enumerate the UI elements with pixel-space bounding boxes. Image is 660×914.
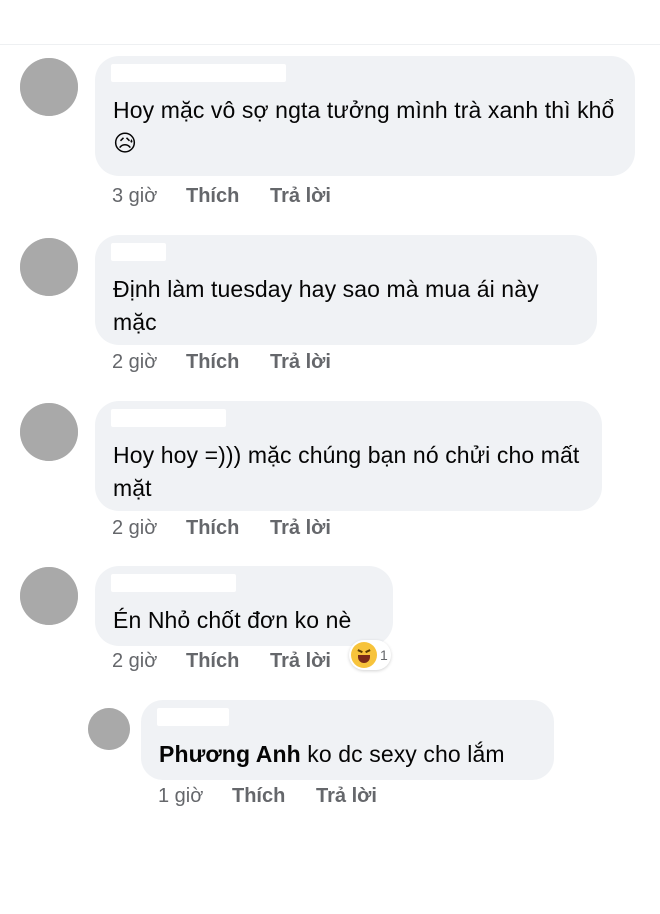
avatar[interactable] <box>20 403 78 461</box>
comment-time[interactable]: 2 giờ <box>112 650 186 673</box>
avatar[interactable] <box>20 58 78 116</box>
author-name-redacted[interactable] <box>111 574 236 592</box>
reaction-summary[interactable]: 1 <box>349 640 391 670</box>
like-button[interactable]: Thích <box>186 650 270 673</box>
avatar[interactable] <box>88 708 130 750</box>
reply-button[interactable]: Trả lời <box>270 185 331 208</box>
haha-icon <box>351 642 377 668</box>
comment-actions: 2 giờ Thích Trả lời <box>112 514 331 542</box>
avatar[interactable] <box>20 238 78 296</box>
comment-actions: 2 giờ Thích Trả lời <box>112 348 331 376</box>
comment-bubble: Hoy mặc vô sợ ngta tưởng mình trà xanh t… <box>95 56 635 176</box>
author-name-redacted[interactable] <box>111 409 226 427</box>
comment-bubble: Hoy hoy =))) mặc chúng bạn nó chửi cho m… <box>95 401 602 511</box>
like-button[interactable]: Thích <box>232 785 316 808</box>
like-button[interactable]: Thích <box>186 517 270 540</box>
author-name-redacted[interactable] <box>111 64 286 82</box>
comment-time[interactable]: 2 giờ <box>112 351 186 374</box>
comment-bubble: Phương Anh ko dc sexy cho lắm <box>141 700 554 780</box>
sad-face-emoji-icon: 😥 <box>113 130 138 156</box>
top-divider <box>0 44 660 45</box>
comment-time[interactable]: 3 giờ <box>112 185 186 208</box>
mention-link[interactable]: Phương Anh <box>159 741 301 767</box>
comment-text: Định làm tuesday hay sao mà mua ái này m… <box>113 276 539 335</box>
author-name-redacted[interactable] <box>157 708 229 726</box>
reply-button[interactable]: Trả lời <box>270 517 331 540</box>
comment-bubble: Én Nhỏ chốt đơn ko nè <box>95 566 393 646</box>
reply-button[interactable]: Trả lời <box>316 785 377 808</box>
comment-time[interactable]: 1 giờ <box>158 785 232 808</box>
comment-actions: 2 giờ Thích Trả lời <box>112 647 331 675</box>
comment-text: Hoy hoy =))) mặc chúng bạn nó chửi cho m… <box>113 442 580 501</box>
author-name-redacted[interactable] <box>111 243 166 261</box>
comment-text: Hoy mặc vô sợ ngta tưởng mình trà xanh t… <box>113 94 617 160</box>
comment-actions: 1 giờ Thích Trả lời <box>158 782 377 810</box>
comment-actions: 3 giờ Thích Trả lời <box>112 182 331 210</box>
like-button[interactable]: Thích <box>186 185 270 208</box>
reply-button[interactable]: Trả lời <box>270 351 331 374</box>
comment-text: Phương Anh ko dc sexy cho lắm <box>159 741 505 767</box>
comment-text: Én Nhỏ chốt đơn ko nè <box>113 607 352 633</box>
comment-time[interactable]: 2 giờ <box>112 517 186 540</box>
avatar[interactable] <box>20 567 78 625</box>
like-button[interactable]: Thích <box>186 351 270 374</box>
comment-bubble: Định làm tuesday hay sao mà mua ái này m… <box>95 235 597 345</box>
reply-button[interactable]: Trả lời <box>270 650 331 673</box>
reaction-count: 1 <box>380 647 388 663</box>
